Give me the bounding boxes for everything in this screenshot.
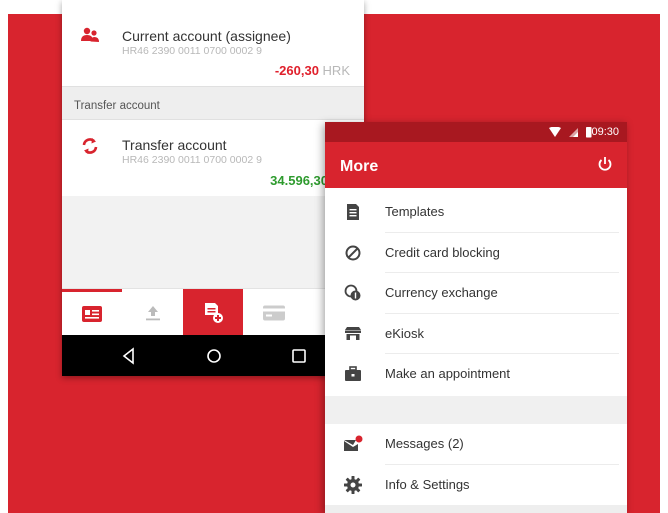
home-icon[interactable] bbox=[205, 347, 223, 365]
more-menu-secondary: Messages (2) Info & Settings bbox=[325, 424, 627, 505]
accounts-card-icon bbox=[82, 306, 102, 322]
credit-card-icon bbox=[263, 305, 285, 320]
transfer-arrows-icon bbox=[82, 138, 98, 154]
account-card-current[interactable]: Current account (assignee) HR46 2390 001… bbox=[62, 0, 364, 86]
back-icon[interactable] bbox=[120, 347, 138, 365]
page-title: More bbox=[340, 158, 379, 175]
currency-exchange-icon bbox=[344, 284, 361, 301]
gear-icon bbox=[344, 475, 362, 494]
people-icon bbox=[81, 27, 99, 42]
menu-item-label: Info & Settings bbox=[385, 476, 470, 492]
tab-accounts[interactable] bbox=[62, 289, 122, 336]
status-icons bbox=[549, 127, 592, 138]
accounts-screen: Current account (assignee) HR46 2390 001… bbox=[62, 0, 364, 376]
tab-upload[interactable] bbox=[123, 289, 183, 336]
more-menu: Templates Credit card blocking Currency … bbox=[325, 192, 627, 395]
more-screen: 09:30 More Templates Credit card blockin… bbox=[325, 122, 627, 513]
balance-currency: HRK bbox=[322, 63, 350, 78]
bottom-tab-bar bbox=[62, 288, 364, 336]
menu-item-label: eKiosk bbox=[385, 325, 425, 341]
menu-item-messages[interactable]: Messages (2) bbox=[325, 424, 627, 465]
menu-item-label: Make an appointment bbox=[385, 366, 511, 382]
tab-new-payment[interactable] bbox=[183, 289, 243, 336]
menu-item-label: Currency exchange bbox=[385, 285, 498, 301]
menu-item-ekiosk[interactable]: eKiosk bbox=[325, 314, 627, 355]
account-iban: HR46 2390 0011 0700 0002 9 bbox=[122, 45, 262, 57]
wifi-icon bbox=[549, 127, 561, 137]
account-iban: HR46 2390 0011 0700 0002 9 bbox=[122, 154, 262, 166]
block-icon bbox=[345, 245, 361, 261]
menu-item-label: Credit card blocking bbox=[385, 244, 500, 260]
account-card-transfer[interactable]: Transfer account HR46 2390 0011 0700 000… bbox=[62, 120, 364, 196]
menu-item-label: Messages (2) bbox=[385, 436, 464, 451]
balance-amount: 34.596,30 bbox=[270, 173, 328, 188]
recents-icon[interactable] bbox=[290, 347, 308, 365]
account-name: Transfer account bbox=[122, 137, 227, 153]
menu-item-make-appointment[interactable]: Make an appointment bbox=[325, 354, 627, 395]
menu-separator bbox=[325, 396, 627, 424]
tab-cards[interactable] bbox=[244, 289, 304, 336]
app-bar: More bbox=[325, 142, 627, 188]
kiosk-icon bbox=[345, 326, 361, 340]
briefcase-icon bbox=[345, 366, 361, 382]
menu-item-currency-exchange[interactable]: Currency exchange bbox=[325, 273, 627, 314]
menu-item-info-settings[interactable]: Info & Settings bbox=[325, 465, 627, 506]
menu-item-label: Templates bbox=[385, 204, 445, 219]
menu-item-credit-card-blocking[interactable]: Credit card blocking bbox=[325, 233, 627, 274]
menu-item-templates[interactable]: Templates bbox=[325, 192, 627, 233]
status-time: 09:30 bbox=[591, 126, 619, 138]
messages-icon bbox=[344, 435, 363, 451]
status-bar: 09:30 bbox=[325, 122, 627, 142]
account-balance: 34.596,30 bbox=[270, 173, 328, 188]
account-balance: -260,30 HRK bbox=[275, 63, 350, 78]
upload-icon bbox=[146, 305, 160, 320]
android-nav-bar bbox=[62, 335, 364, 376]
section-header: Transfer account bbox=[62, 86, 364, 120]
document-icon bbox=[347, 204, 359, 220]
balance-amount: -260,30 bbox=[274, 63, 319, 78]
new-payment-icon bbox=[205, 302, 223, 323]
power-icon[interactable] bbox=[597, 156, 613, 172]
account-name: Current account (assignee) bbox=[122, 28, 291, 44]
bottom-strip bbox=[325, 505, 627, 513]
